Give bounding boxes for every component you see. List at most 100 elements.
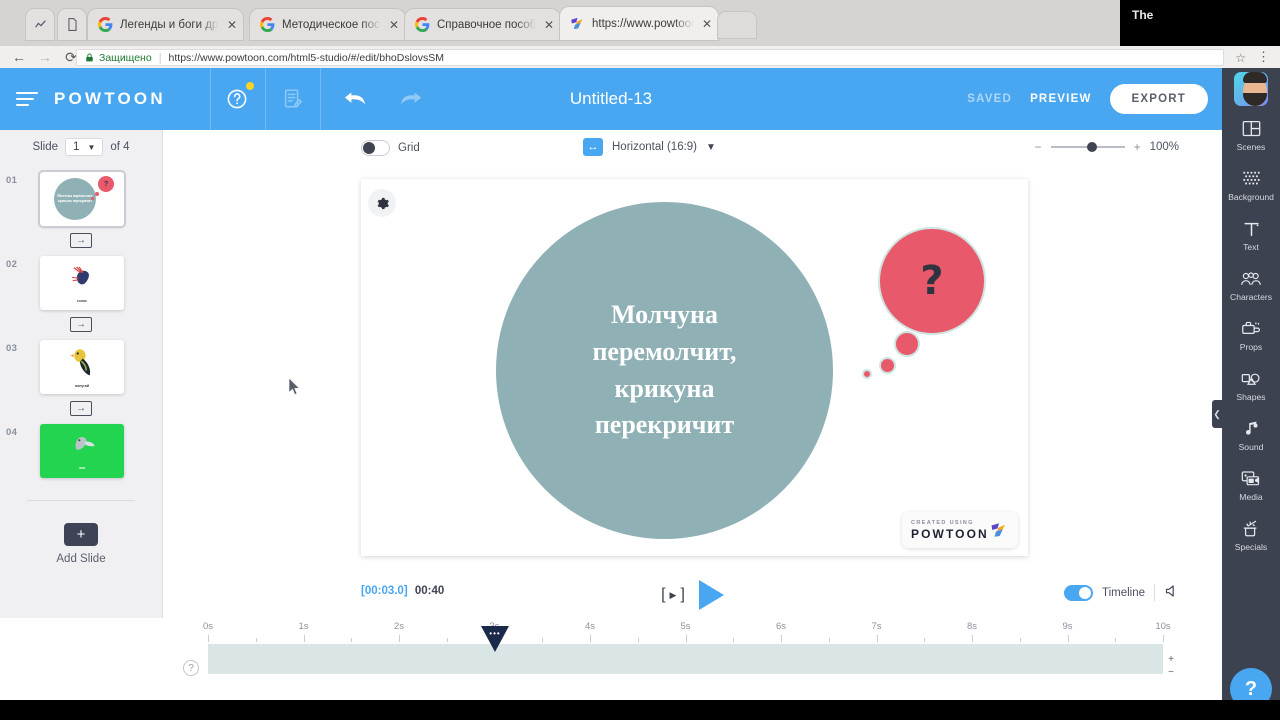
notes-edit-icon[interactable] [266,68,320,130]
star-icon[interactable]: ☆ [1235,51,1246,65]
slide-thumbnail-3[interactable]: попугай [40,340,124,394]
sidebar-item-sound[interactable]: Sound [1222,410,1280,460]
timeline-track[interactable] [208,644,1163,674]
slide-row: 04 эхо [0,424,162,478]
google-icon [98,17,113,32]
browser-tab-1-close-icon[interactable]: ✕ [227,19,237,31]
speech-bubble-dot-2[interactable] [894,331,920,357]
browser-tab-3-close-icon[interactable]: ✕ [544,19,554,31]
browser-tab-3[interactable]: Справочное пособие п ✕ [405,9,560,40]
sidebar-item-text[interactable]: Text [1222,210,1280,260]
window-label: The [1132,8,1154,22]
slide-transition-icon[interactable] [70,233,92,248]
export-button[interactable]: EXPORT [1109,84,1208,114]
timeline-toggle[interactable] [1063,584,1093,601]
browser-omnibox-bar: ← → ⟳ Защищено | https://www.powtoon.com… [0,46,1280,68]
timeline-playhead[interactable]: ••• [481,626,509,652]
slide-row: 01 Молчуна перемолчит, крикуна перекричи… [0,172,162,226]
hamburger-icon[interactable] [16,88,38,110]
slide-index: 01 [6,175,18,186]
timeline-zoom-out-button[interactable]: − [1163,667,1179,678]
right-sidebar-collapse-button[interactable]: ❮ [1212,400,1222,428]
chevron-down-icon: ▼ [706,141,716,153]
url-text: https://www.powtoon.com/html5-studio/#/e… [168,51,445,64]
sidebar-item-specials[interactable]: Specials [1222,510,1280,560]
right-sidebar: Scenes Background Text Characters Props … [1212,68,1280,720]
slide-total-label: of 4 [110,141,130,153]
back-arrow-icon[interactable]: ← [6,46,32,68]
question-icon[interactable]: ? [183,660,199,676]
slide-thumbnail-1[interactable]: Молчуна перемолчит, крикуна перекричит ? [40,172,124,226]
grid-toggle[interactable] [361,140,390,156]
help-question-icon[interactable] [211,68,265,130]
tabstrip-extension-icon[interactable] [26,9,54,40]
add-slide-button[interactable]: + [64,523,98,546]
secure-label: Защищено [99,51,152,64]
speech-bubble-dot-4[interactable] [862,369,872,379]
slide-number-dropdown[interactable]: 1 ▼ [65,138,104,156]
sidebar-item-media[interactable]: Media [1222,460,1280,510]
browser-tab-1-title: Легенды и боги древни [120,18,219,31]
orientation-label: Horizontal (16:9) [612,141,698,153]
sidebar-item-props[interactable]: Props [1222,310,1280,360]
forward-arrow-icon[interactable]: → [32,46,58,68]
slide-thumbnail-4[interactable]: эхо [40,424,124,478]
circle-text-block[interactable]: Молчуна перемолчит, крикуна перекричит [540,297,790,445]
undo-icon[interactable] [329,68,383,130]
timeline-ruler[interactable]: 0s 1s 2s 3s 4s 5s 6s 7s 8s 9s 10s [203,618,1171,644]
browser-tab-2-title: Методическое пособие [282,18,381,31]
browser-tab-2[interactable]: Методическое пособие ✕ [250,9,405,40]
zoom-slider-handle[interactable] [1086,142,1097,152]
speech-bubble-dot-3[interactable] [879,357,896,374]
browser-tab-4-title: https://www.powtoon.co [592,17,694,30]
sidebar-item-characters[interactable]: Characters [1222,260,1280,310]
thumb-bubble-dot [91,197,94,200]
play-button[interactable] [698,580,724,610]
avatar[interactable] [1222,68,1280,110]
tabstrip-page-icon[interactable] [58,9,86,40]
zoom-out-button[interactable]: − [1035,140,1042,154]
media-icon [1241,469,1262,489]
zoom-slider[interactable] [1050,142,1125,152]
browser-tab-4-close-icon[interactable]: ✕ [702,18,712,30]
thumb-caption: попугай [74,384,90,388]
tick-label-6: 6s [775,621,787,632]
slide-index: 02 [6,259,18,270]
new-tab-button[interactable] [718,12,756,38]
slide-transition-icon[interactable] [70,317,92,332]
timeline-zoom-in-button[interactable]: + [1163,654,1179,665]
thumb-art-3 [70,347,94,377]
stage-toolbar: Grid ↔ Horizontal (16:9) ▼ − + 100% [163,130,1222,168]
slide-canvas[interactable]: Молчуна перемолчит, крикуна перекричит ?… [361,179,1028,556]
gear-icon[interactable] [368,189,396,217]
powtoon-logo: POWTOON [54,89,166,108]
main-circle-shape[interactable]: Молчуна перемолчит, крикуна перекричит [496,202,833,539]
preview-button[interactable]: PREVIEW [1030,93,1091,105]
url-divider: | [158,51,162,64]
sidebar-item-label: Props [1239,341,1263,352]
browser-tab-4-active[interactable]: https://www.powtoon.co ✕ [560,7,718,40]
sidebar-item-shapes[interactable]: Shapes [1222,360,1280,410]
redo-icon[interactable] [383,68,437,130]
kebab-menu-icon[interactable]: ⋮ [1257,49,1270,65]
tick-label-10: 10s [1155,621,1171,632]
circle-text-line-3: крикуна [614,373,715,403]
add-slide-section: + Add Slide [0,523,162,565]
slide-transition-icon[interactable] [70,401,92,416]
circle-text-line-1: Молчуна [610,299,719,329]
slide-thumbnail-2[interactable]: голос [40,256,124,310]
sound-icon [1242,419,1260,439]
orientation-dropdown[interactable]: ↔ Horizontal (16:9) ▼ [583,138,716,156]
address-bar[interactable]: Защищено | https://www.powtoon.com/html5… [76,49,1224,66]
zoom-in-button[interactable]: + [1134,140,1141,154]
sidebar-item-background[interactable]: Background [1222,160,1280,210]
speech-bubble-main[interactable]: ? [878,227,986,335]
header-divider [319,68,321,130]
sidebar-item-scenes[interactable]: Scenes [1222,110,1280,160]
grid-label: Grid [398,142,420,154]
browser-tab-1[interactable]: Легенды и боги древни ✕ [88,9,243,40]
speaker-icon[interactable] [1164,584,1179,601]
browser-tab-2-close-icon[interactable]: ✕ [389,19,399,31]
play-frame-button[interactable]: [ ▶ ] [661,586,685,604]
props-icon [1241,319,1262,339]
